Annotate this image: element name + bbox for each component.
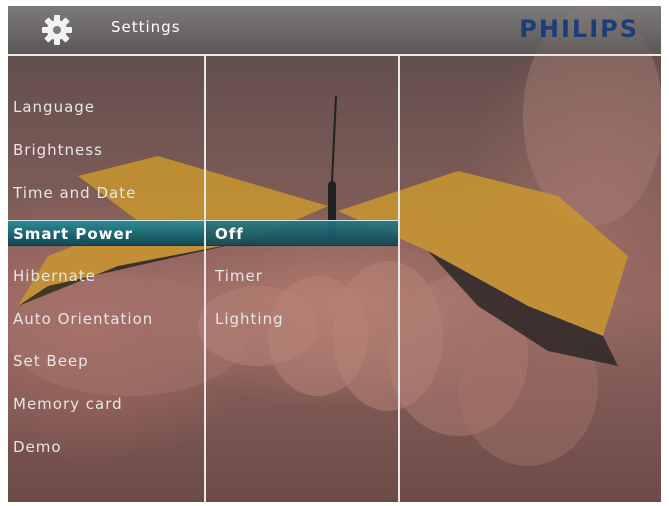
column-divider [398,56,400,502]
photo-frame-display: Settings PHILIPS Language Brightness Tim… [0,0,669,506]
menu-item-language[interactable]: Language [8,94,204,120]
submenu-item-off[interactable]: Off [206,220,398,246]
menu-item-demo[interactable]: Demo [8,434,204,460]
title-bar: Settings PHILIPS [8,6,661,56]
menu-item-time-and-date[interactable]: Time and Date [8,180,204,206]
submenu-item-timer[interactable]: Timer [206,263,398,289]
menu-item-set-beep[interactable]: Set Beep [8,348,204,374]
menu-item-hibernate[interactable]: Hibernate [8,263,204,289]
butterfly-photo [8,6,661,466]
screen: Settings PHILIPS Language Brightness Tim… [8,6,661,502]
menu-item-brightness[interactable]: Brightness [8,137,204,163]
menu-item-memory-card[interactable]: Memory card [8,391,204,417]
page-title: Settings [111,18,181,36]
menu-item-smart-power[interactable]: Smart Power [8,220,204,246]
menu-item-auto-orientation[interactable]: Auto Orientation [8,306,204,332]
brand-logo: PHILIPS [519,15,639,43]
gear-icon [42,15,72,45]
submenu-item-lighting[interactable]: Lighting [206,306,398,332]
